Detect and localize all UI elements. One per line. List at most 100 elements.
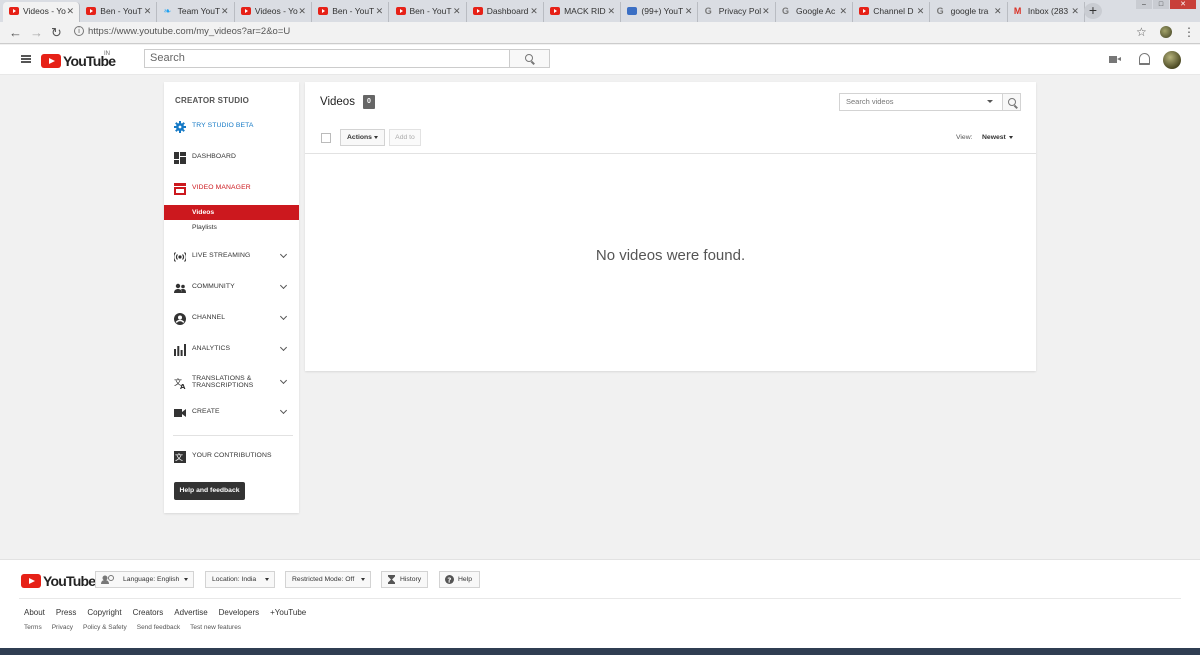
hamburger-menu-icon[interactable] [21,55,31,63]
notifications-bell-icon[interactable] [1139,53,1150,65]
tab-close-icon[interactable]: ✕ [608,2,616,20]
search-input[interactable]: Search [144,49,510,68]
footer-secondary-link[interactable]: Policy & Safety [83,624,127,631]
reload-icon[interactable]: ↻ [51,25,62,41]
sidebar-item-dashboard[interactable]: DASHBOARD [164,149,299,167]
tab-close-icon[interactable]: ✕ [1071,2,1079,20]
upload-video-icon[interactable] [1109,56,1121,63]
footer-link[interactable]: +YouTube [270,608,306,617]
add-to-button[interactable]: Add to [389,129,421,146]
language-button[interactable]: Language: English [95,571,194,588]
tab-close-icon[interactable]: ✕ [917,2,925,20]
tab-close-icon[interactable]: ✕ [221,2,229,20]
browser-tab[interactable]: Ben - YouT ✕ [312,2,390,22]
browser-tab[interactable]: Videos - Yo ✕ [235,2,312,22]
translations-label-line1: TRANSLATIONS & [192,375,252,382]
tab-close-icon[interactable]: ✕ [762,2,770,20]
tab-close-icon[interactable]: ✕ [453,2,461,20]
browser-tab[interactable]: MACK RID ✕ [544,2,622,22]
translate-icon: 文A [174,377,186,389]
browser-tab[interactable]: Ggoogle tra ✕ [931,2,1008,22]
sidebar-item-label: CHANNEL [192,314,226,321]
sidebar-item-translations[interactable]: 文A TRANSLATIONS & TRANSCRIPTIONS [164,372,299,396]
tab-close-icon[interactable]: ✕ [839,2,847,20]
browser-tab-strip: Videos - Yo ✕ Ben - YouT ✕ ❧ Team YouT ✕ Videos… [0,0,1200,22]
tab-title: Videos - Yo [254,6,298,16]
youtube-favicon-icon [859,7,870,15]
browser-tab[interactable]: Ben - YouT ✕ [80,2,158,22]
actions-dropdown-button[interactable]: Actions [340,129,385,146]
youtube-favicon-icon [395,7,406,15]
maximize-button[interactable]: □ [1153,0,1169,9]
search-button[interactable] [509,49,550,68]
sidebar-item-community[interactable]: COMMUNITY [164,279,299,297]
browser-tab[interactable]: G Google Ac ✕ [776,2,853,22]
chevron-down-icon[interactable] [987,100,993,103]
browser-menu-icon[interactable]: ⋮ [1183,25,1195,39]
browser-tab[interactable]: M Inbox (283 ✕ [1008,2,1085,22]
sidebar-item-channel[interactable]: CHANNEL [164,310,299,328]
region-label: IN [104,51,110,57]
language-icon [101,575,114,584]
tab-close-icon[interactable]: ✕ [376,2,384,20]
sidebar-item-live-streaming[interactable]: LIVE STREAMING [164,248,299,266]
tab-close-icon[interactable]: ✕ [685,2,693,20]
footer-youtube-logo[interactable]: YouTube [21,573,96,589]
url-field[interactable]: https://www.youtube.com/my_videos?ar=2&o… [88,26,290,37]
footer-link[interactable]: Copyright [87,608,121,617]
browser-tab[interactable]: G Privacy Pol ✕ [699,2,776,22]
browser-tab[interactable]: Videos - Yo ✕ [3,2,80,22]
sidebar-item-video-manager[interactable]: VIDEO MANAGER [164,180,299,198]
tab-title: MACK RID [564,6,606,16]
browser-tab[interactable]: (99+) YouT ✕ [621,2,699,22]
footer-link[interactable]: About [24,608,45,617]
footer-secondary-link[interactable]: Test new features [190,624,241,631]
footer-link[interactable]: Advertise [174,608,207,617]
history-button[interactable]: History [381,571,428,588]
tab-close-icon[interactable]: ✕ [144,2,152,20]
tab-close-icon[interactable]: ✕ [298,2,306,20]
select-all-checkbox[interactable] [321,133,331,143]
search-videos-input[interactable]: Search videos [839,93,1003,111]
sidebar-item-create[interactable]: CREATE [164,404,299,422]
sidebar-item-try-studio-beta[interactable]: TRY STUDIO BETA [164,118,299,136]
tab-title: (99+) YouT [641,6,684,16]
chevron-down-icon [279,376,288,385]
footer-link[interactable]: Press [56,608,76,617]
footer-secondary-link[interactable]: Send feedback [137,624,180,631]
restricted-mode-button[interactable]: Restricted Mode: Off [285,571,371,588]
profile-avatar-icon[interactable] [1160,26,1172,38]
account-avatar[interactable] [1163,51,1181,69]
forward-icon[interactable]: → [30,25,43,41]
browser-tab[interactable]: Dashboard ✕ [467,2,544,22]
tab-close-icon[interactable]: ✕ [530,2,538,20]
footer-link[interactable]: Creators [133,608,164,617]
footer-link[interactable]: Developers [219,608,259,617]
tab-close-icon[interactable]: ✕ [994,2,1002,20]
caret-down-icon [184,578,188,581]
browser-tab[interactable]: ❧ Team YouT ✕ [158,2,235,22]
search-videos-button[interactable] [1002,93,1021,111]
youtube-logo[interactable]: YouTube IN [41,51,116,69]
location-button[interactable]: Location: India [205,571,275,588]
sidebar-item-analytics[interactable]: ANALYTICS [164,341,299,359]
view-sort-dropdown[interactable]: Newest [982,134,1013,141]
bookmark-star-icon[interactable]: ☆ [1136,25,1147,39]
info-icon[interactable]: i [74,26,84,36]
footer-secondary-link[interactable]: Privacy [52,624,73,631]
gmail-favicon-icon: M [1013,6,1022,16]
sidebar-subitem-playlists[interactable]: Playlists [164,220,299,235]
browser-tab[interactable]: Ben - YouT ✕ [390,2,467,22]
sidebar-item-your-contributions[interactable]: 文 YOUR CONTRIBUTIONS [164,448,299,466]
tab-close-icon[interactable]: ✕ [66,2,74,20]
footer-secondary-link[interactable]: Terms [24,624,42,631]
help-and-feedback-button[interactable]: Help and feedback [174,482,245,500]
browser-tab[interactable]: Channel D ✕ [853,2,931,22]
window-close-button[interactable]: ✕ [1170,0,1196,9]
back-icon[interactable]: ← [9,25,22,41]
new-tab-button[interactable]: + [1084,3,1102,19]
sidebar-subitem-videos[interactable]: Videos [164,205,299,220]
svg-text:?: ? [447,577,451,585]
help-button[interactable]: ? Help [439,571,480,588]
minimize-button[interactable]: – [1136,0,1152,9]
